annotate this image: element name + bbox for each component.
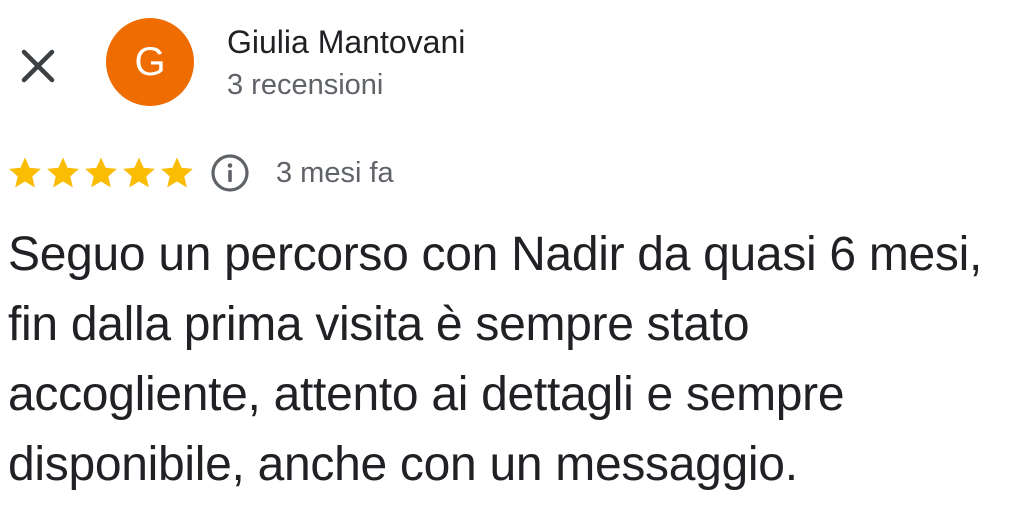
info-button[interactable] [210,153,250,193]
star-icon [158,154,196,192]
star-icon [82,154,120,192]
close-button[interactable] [16,44,60,88]
review-date: 3 mesi fa [276,156,394,189]
review-count: 3 recensioni [227,69,384,101]
close-icon [21,49,55,83]
star-icon [120,154,158,192]
star-icon [6,154,44,192]
info-icon [211,154,249,192]
rating-row: 3 mesi fa [6,150,394,196]
star-icon [44,154,82,192]
author-name[interactable]: Giulia Mantovani [227,21,465,63]
avatar[interactable]: G [106,18,194,106]
review-text: Seguo un percorso con Nadir da quasi 6 m… [8,228,983,491]
star-rating [6,154,196,192]
